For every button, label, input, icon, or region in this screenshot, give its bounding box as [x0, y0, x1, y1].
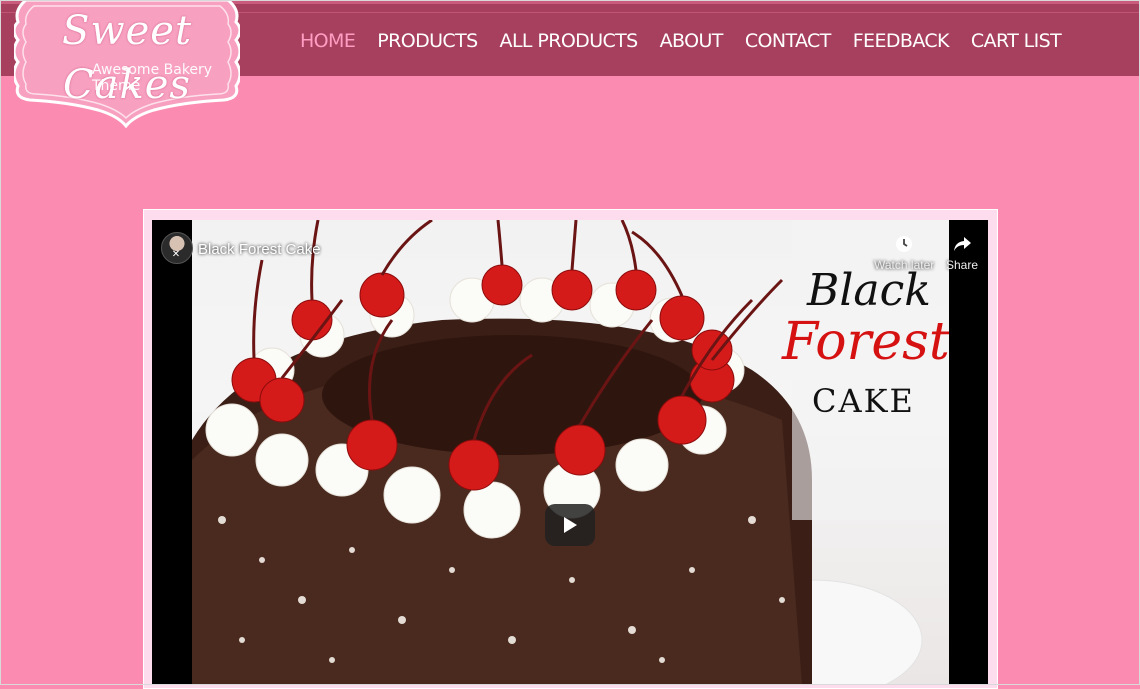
play-icon	[564, 517, 577, 533]
nav-contact[interactable]: CONTACT	[745, 28, 832, 54]
main-nav: HOME PRODUCTS ALL PRODUCTS ABOUT CONTACT…	[300, 28, 1083, 54]
watch-later-label: Watch later	[874, 258, 935, 272]
play-button[interactable]	[545, 504, 595, 546]
share-icon	[954, 237, 972, 251]
video-thumbnail[interactable]: Black Forest CAKE	[192, 220, 949, 685]
watch-later-button[interactable]: Watch later	[874, 234, 934, 272]
clock-icon	[896, 236, 913, 252]
thumb-title-black: Black	[807, 265, 931, 316]
video-title[interactable]: Black Forest Cake	[198, 241, 321, 258]
channel-avatar-logo-icon: ✕	[171, 249, 181, 260]
share-label: Share	[946, 258, 979, 272]
nav-about[interactable]: ABOUT	[660, 28, 724, 54]
site-logo[interactable]: Sweet Cakes Awesome Bakery Theme	[14, 0, 240, 128]
nav-products[interactable]: PRODUCTS	[377, 28, 478, 54]
nav-cart-list[interactable]: CART LIST	[971, 28, 1062, 54]
video-player[interactable]: Black Forest CAKE ✕ Black Forest Cake Wa…	[152, 220, 988, 685]
logo-brand-name: Sweet Cakes	[61, 8, 193, 108]
logo-tagline: Awesome Bakery Theme	[92, 62, 213, 94]
nav-home[interactable]: HOME	[300, 28, 356, 54]
nav-feedback[interactable]: FEEDBACK	[853, 28, 950, 54]
share-button[interactable]: Share	[946, 234, 978, 272]
thumb-title-cake: CAKE	[812, 382, 915, 420]
thumb-title-forest: Forest	[782, 312, 949, 372]
nav-all-products[interactable]: ALL PRODUCTS	[500, 28, 639, 54]
